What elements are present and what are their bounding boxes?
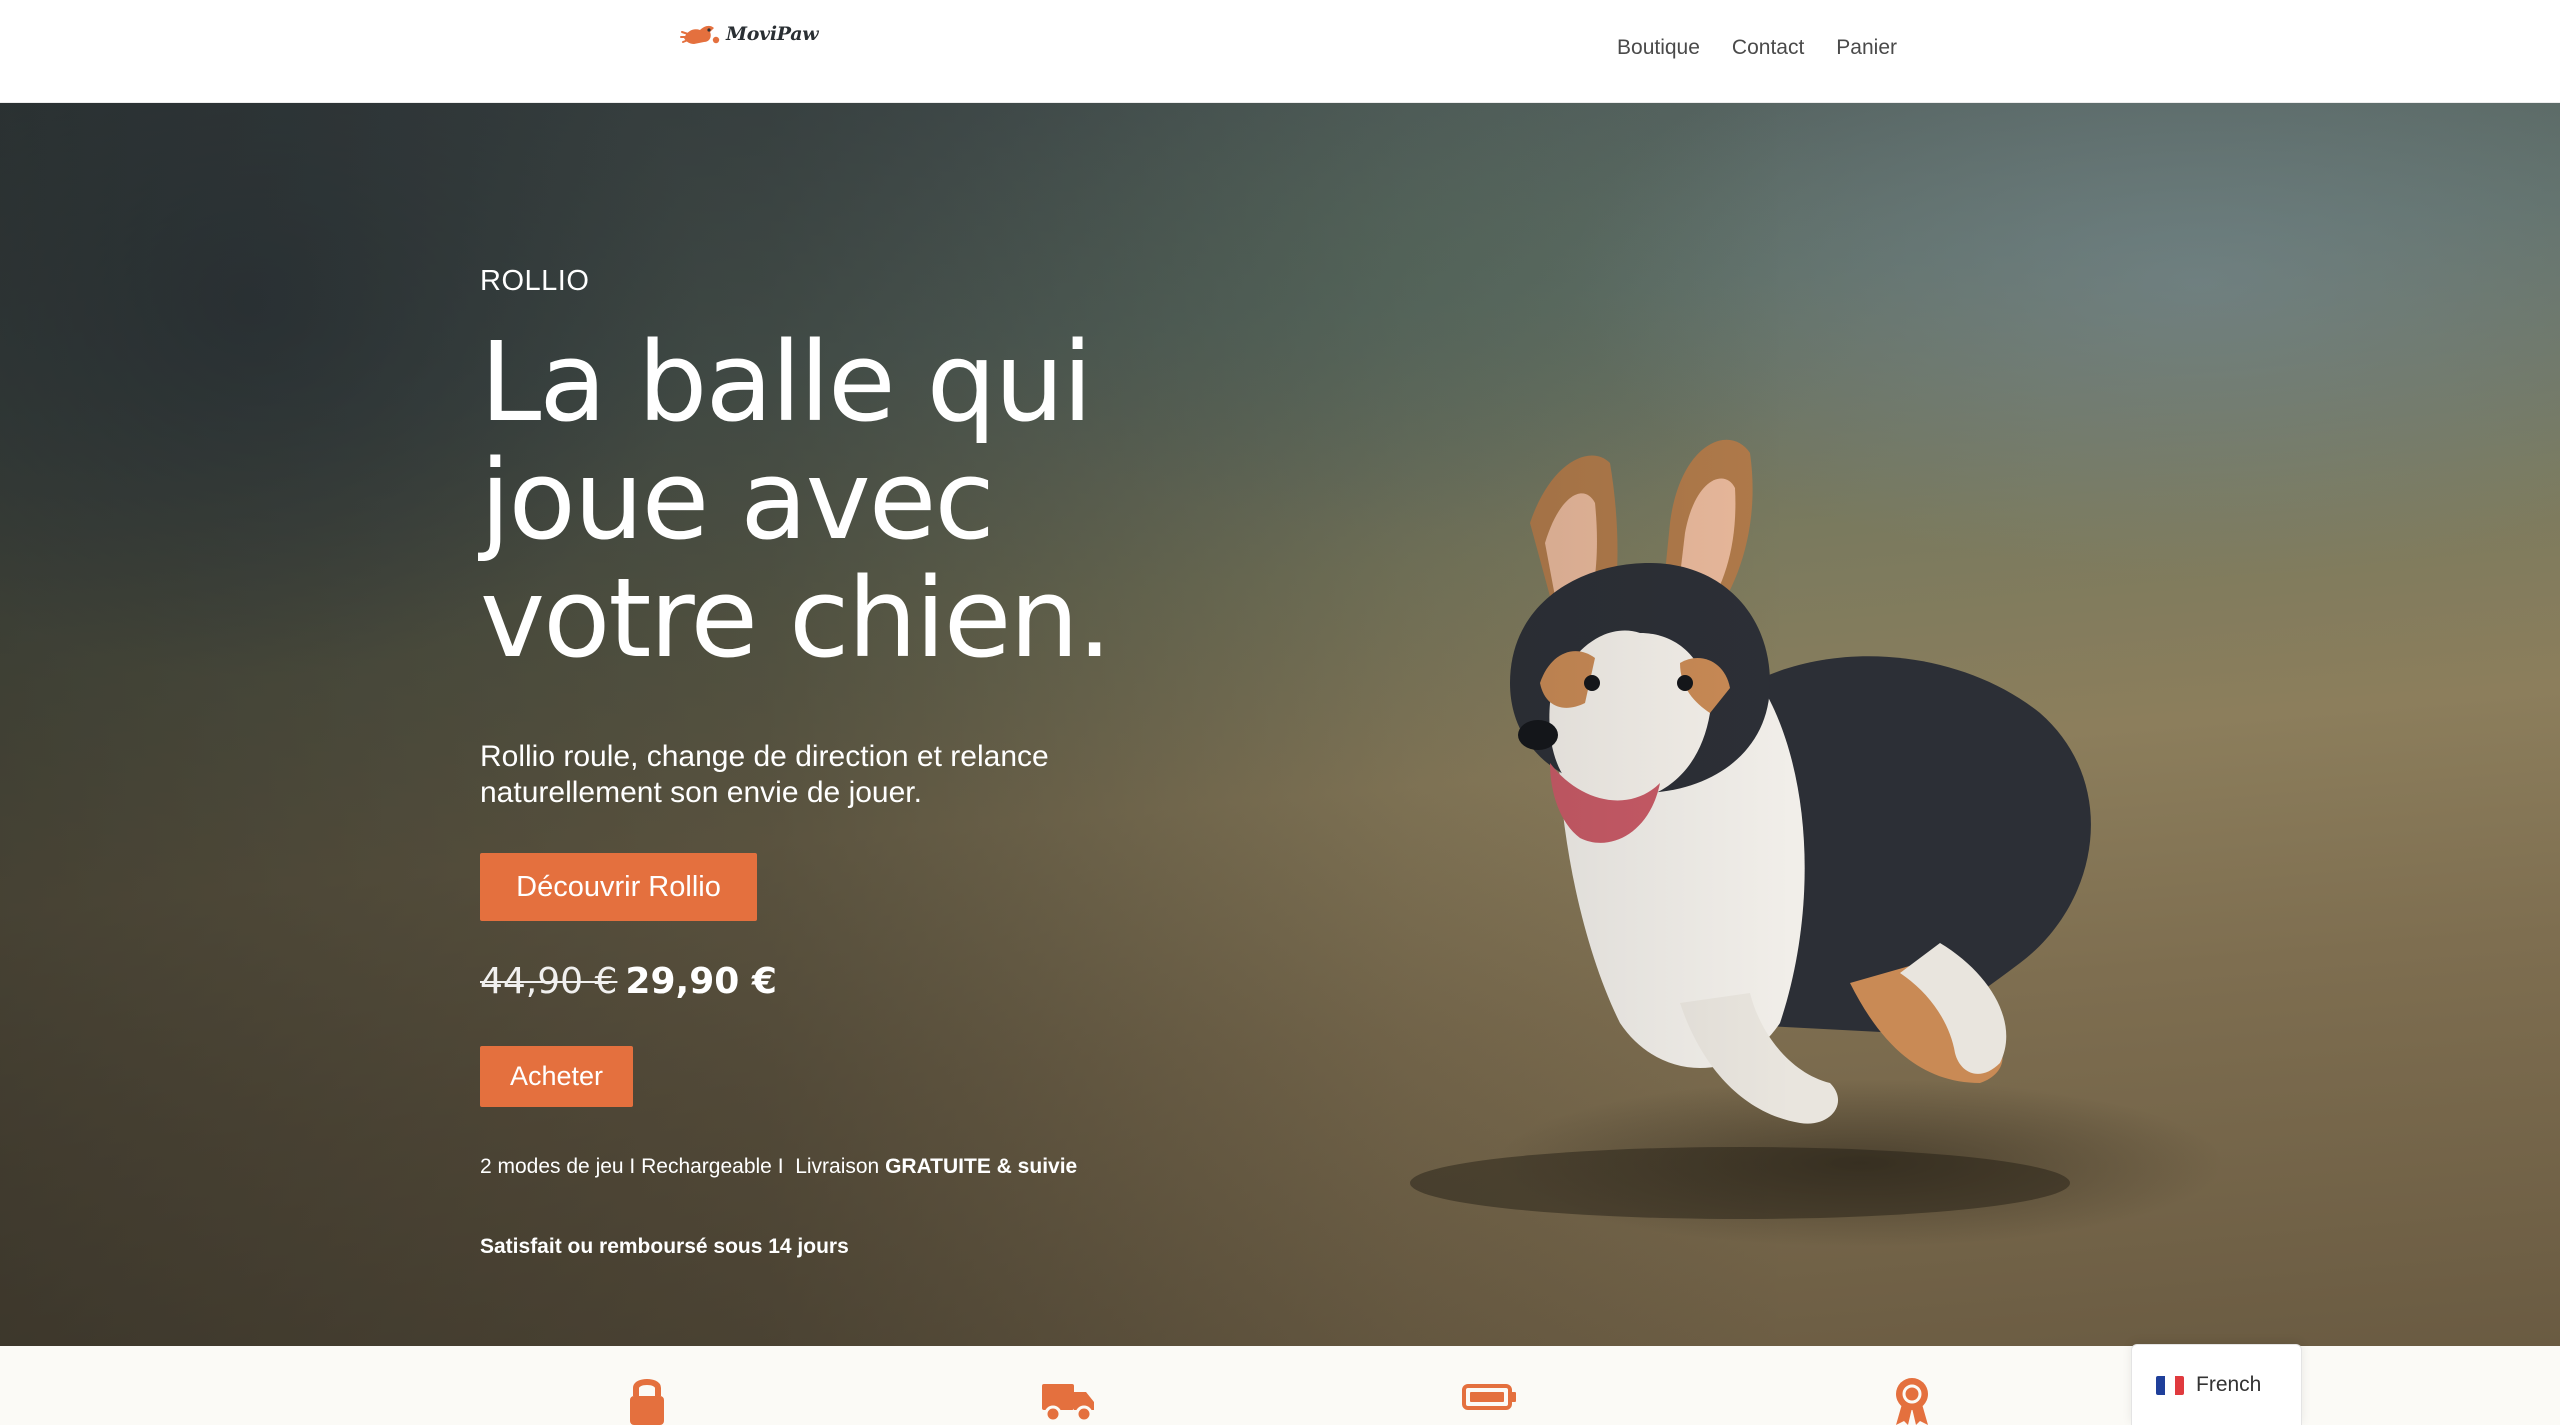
brand-name: MoviPaw	[726, 23, 819, 45]
product-eyebrow: ROLLIO	[480, 265, 590, 297]
hero-headline: La balle qui joue avec votre chien.	[480, 318, 1112, 682]
original-price: 44,90 €	[480, 961, 618, 1002]
feature-list-text: 2 modes de jeu I Rechargeable I Livraiso…	[480, 1155, 886, 1178]
buy-button[interactable]: Acheter	[480, 1046, 633, 1107]
flag-stripe-blue	[2156, 1375, 2166, 1395]
nav-link-panier[interactable]: Panier	[1836, 36, 1897, 60]
hero-section: ROLLIO La balle qui joue avec votre chie…	[0, 103, 2560, 1346]
flag-stripe-white	[2165, 1375, 2175, 1395]
hero-subheading: Rollio roule, change de direction et rel…	[480, 740, 1049, 809]
lock-icon	[619, 1374, 675, 1425]
hero-overlay	[0, 103, 2560, 1346]
discover-rollio-button[interactable]: Découvrir Rollio	[480, 853, 757, 921]
guarantee-text: Satisfait ou remboursé sous 14 jours	[480, 1235, 849, 1258]
language-label: French	[2196, 1373, 2262, 1396]
dog-logo-icon	[680, 25, 720, 44]
delivery-truck-icon	[1040, 1374, 1096, 1425]
french-flag-icon	[2156, 1375, 2184, 1395]
flag-stripe-red	[2174, 1375, 2184, 1395]
free-shipping-label: GRATUITE & suivie	[885, 1155, 1078, 1178]
award-ribbon-icon	[1884, 1374, 1940, 1425]
nav-link-boutique[interactable]: Boutique	[1617, 36, 1700, 60]
language-switcher[interactable]: French	[2131, 1344, 2302, 1425]
brand-logo[interactable]: MoviPaw	[680, 16, 819, 52]
site-header: MoviPaw Boutique Contact Panier	[0, 0, 2560, 103]
price-block: 44,90 € 29,90 €	[480, 961, 777, 1002]
sale-price: 29,90 €	[625, 961, 777, 1002]
main-nav: Boutique Contact Panier	[1617, 36, 1897, 60]
nav-link-contact[interactable]: Contact	[1732, 36, 1804, 60]
battery-icon	[1462, 1374, 1518, 1425]
feature-list: 2 modes de jeu I Rechargeable I Livraiso…	[480, 1155, 1077, 1179]
